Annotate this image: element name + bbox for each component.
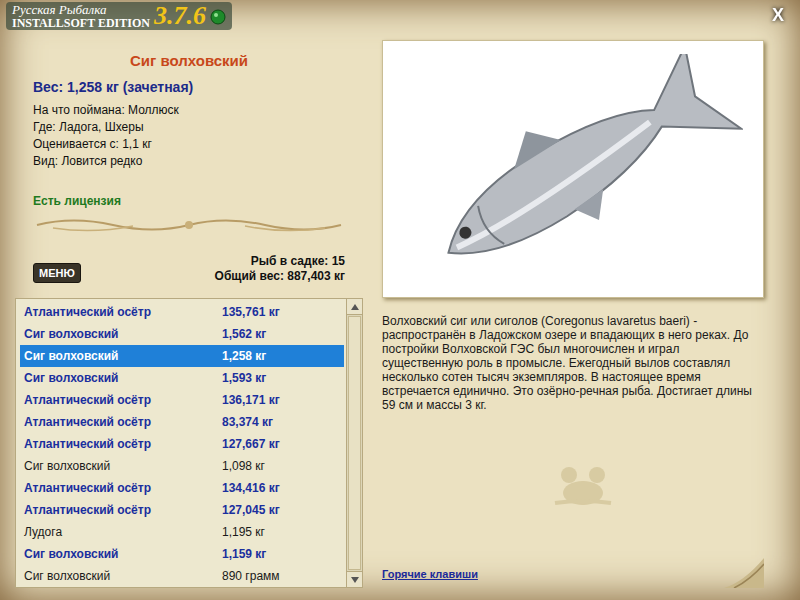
scroll-down-button[interactable] — [347, 571, 362, 587]
catch-weight: 1,593 кг — [222, 369, 266, 387]
hotkeys-link[interactable]: Горячие клавиши — [382, 566, 478, 583]
catch-weight: 135,761 кг — [222, 303, 280, 321]
catch-name: Лудога — [24, 523, 222, 541]
cage-info: Рыб в садке: 15Общий вес: 887,403 кг — [215, 254, 345, 284]
catch-row[interactable]: Атлантический осётр127,667 кг — [20, 433, 344, 455]
catch-list: Атлантический осётр135,761 кгСиг волховс… — [15, 298, 363, 588]
logo-edition: INSTALLSOFT EDITION — [12, 17, 150, 30]
fish-detail: Вид: Ловится редко — [33, 153, 345, 170]
fish-detail: Где: Ладога, Шхеры — [33, 119, 345, 136]
fish-info-card: Сиг волховский Вес: 1,258 кг (зачетная) На… — [15, 40, 363, 290]
catch-row[interactable]: Сиг волховский890 грамм — [20, 565, 344, 587]
fish-name: Сиг волховский — [33, 50, 345, 73]
fish-photo — [382, 40, 764, 298]
logo-version: 3.7.6 — [154, 3, 206, 29]
left-column: Сиг волховский Вес: 1,258 кг (зачетная) На… — [15, 40, 363, 588]
catch-name: Атлантический осётр — [24, 413, 222, 431]
fish-description: Волховский сиг или сиголов (Coregonus la… — [382, 314, 764, 412]
catch-weight: 1,098 кг — [222, 457, 265, 475]
catch-row[interactable]: Сиг волховский1,098 кг — [20, 455, 344, 477]
catch-row[interactable]: Атлантический осётр134,416 кг — [20, 477, 344, 499]
catch-name: Сиг волховский — [24, 347, 222, 365]
scrollbar[interactable] — [346, 299, 362, 587]
catch-row[interactable]: Атлантический осётр127,045 кг — [20, 499, 344, 521]
cage-count: Рыб в садке: 15 — [251, 254, 345, 269]
ornament-divider-icon — [33, 216, 345, 234]
game-screen: Русская РыбалкаINSTALLSOFT EDITION 3.7.6 X… — [0, 0, 800, 600]
arrow-up-icon — [351, 304, 359, 310]
right-column: Волховский сиг или сиголов (Coregonus la… — [382, 40, 764, 588]
logo-title: Русская Рыбалка — [12, 3, 150, 17]
arrow-down-icon — [351, 577, 359, 583]
catch-weight: 83,374 кг — [222, 413, 273, 431]
catch-row[interactable]: Лудога1,195 кг — [20, 521, 344, 543]
catch-name: Атлантический осётр — [24, 479, 222, 497]
catch-rows: Атлантический осётр135,761 кгСиг волховс… — [16, 299, 346, 587]
catch-row[interactable]: Атлантический осётр136,171 кг — [20, 389, 344, 411]
catch-name: Атлантический осётр — [24, 435, 222, 453]
catch-name: Сиг волховский — [24, 325, 222, 343]
catch-weight: 890 грамм — [222, 567, 280, 585]
fish-icon — [403, 54, 743, 284]
license-status: Есть лицензия — [33, 192, 345, 210]
fish-detail: Оценивается с: 1,1 кг — [33, 136, 345, 153]
catch-row[interactable]: Сиг волховский1,562 кг — [20, 323, 344, 345]
catch-name: Сиг волховский — [24, 457, 222, 475]
catch-weight: 127,667 кг — [222, 435, 280, 453]
fish-detail: На что поймана: Моллюск — [33, 102, 345, 119]
menu-button[interactable]: МЕНЮ — [33, 263, 81, 284]
catch-name: Атлантический осётр — [24, 391, 222, 409]
catch-name: Атлантический осётр — [24, 303, 222, 321]
scroll-up-button[interactable] — [347, 299, 362, 315]
body: Сиг волховский Вес: 1,258 кг (зачетная) На… — [0, 40, 800, 600]
catch-row[interactable]: Атлантический осётр83,374 кг — [20, 411, 344, 433]
catch-weight: 134,416 кг — [222, 479, 280, 497]
game-logo: Русская РыбалкаINSTALLSOFT EDITION 3.7.6 — [6, 2, 232, 30]
catch-name: Атлантический осётр — [24, 501, 222, 519]
mouse-icon — [551, 463, 615, 507]
scroll-thumb[interactable] — [348, 316, 361, 570]
catch-weight: 1,562 кг — [222, 325, 266, 343]
catch-row[interactable]: Сиг волховский1,258 кг — [20, 345, 344, 367]
catch-name: Сиг волховский — [24, 369, 222, 387]
fish-weight: Вес: 1,258 кг (зачетная) — [33, 77, 345, 98]
cage-total: Общий вес: 887,403 кг — [215, 269, 345, 284]
catch-name: Сиг волховский — [24, 545, 222, 563]
page-curl-icon — [724, 558, 764, 588]
catch-weight: 1,258 кг — [222, 347, 266, 365]
catch-weight: 127,045 кг — [222, 501, 280, 519]
fish-details: На что поймана: МоллюскГде: Ладога, Шхер… — [33, 102, 345, 170]
catch-row[interactable]: Сиг волховский1,159 кг — [20, 543, 344, 565]
catch-weight: 136,171 кг — [222, 391, 280, 409]
catch-name: Сиг волховский — [24, 567, 222, 585]
catch-row[interactable]: Сиг волховский1,593 кг — [20, 367, 344, 389]
cage-row: МЕНЮ Рыб в садке: 15Общий вес: 887,403 кг — [33, 254, 345, 284]
catch-weight: 1,195 кг — [222, 523, 265, 541]
catch-row[interactable]: Атлантический осётр135,761 кг — [20, 301, 344, 323]
header: Русская РыбалкаINSTALLSOFT EDITION 3.7.6 X — [0, 0, 800, 40]
float-icon — [210, 9, 226, 25]
catch-weight: 1,159 кг — [222, 545, 266, 563]
close-button[interactable]: X — [766, 2, 790, 28]
